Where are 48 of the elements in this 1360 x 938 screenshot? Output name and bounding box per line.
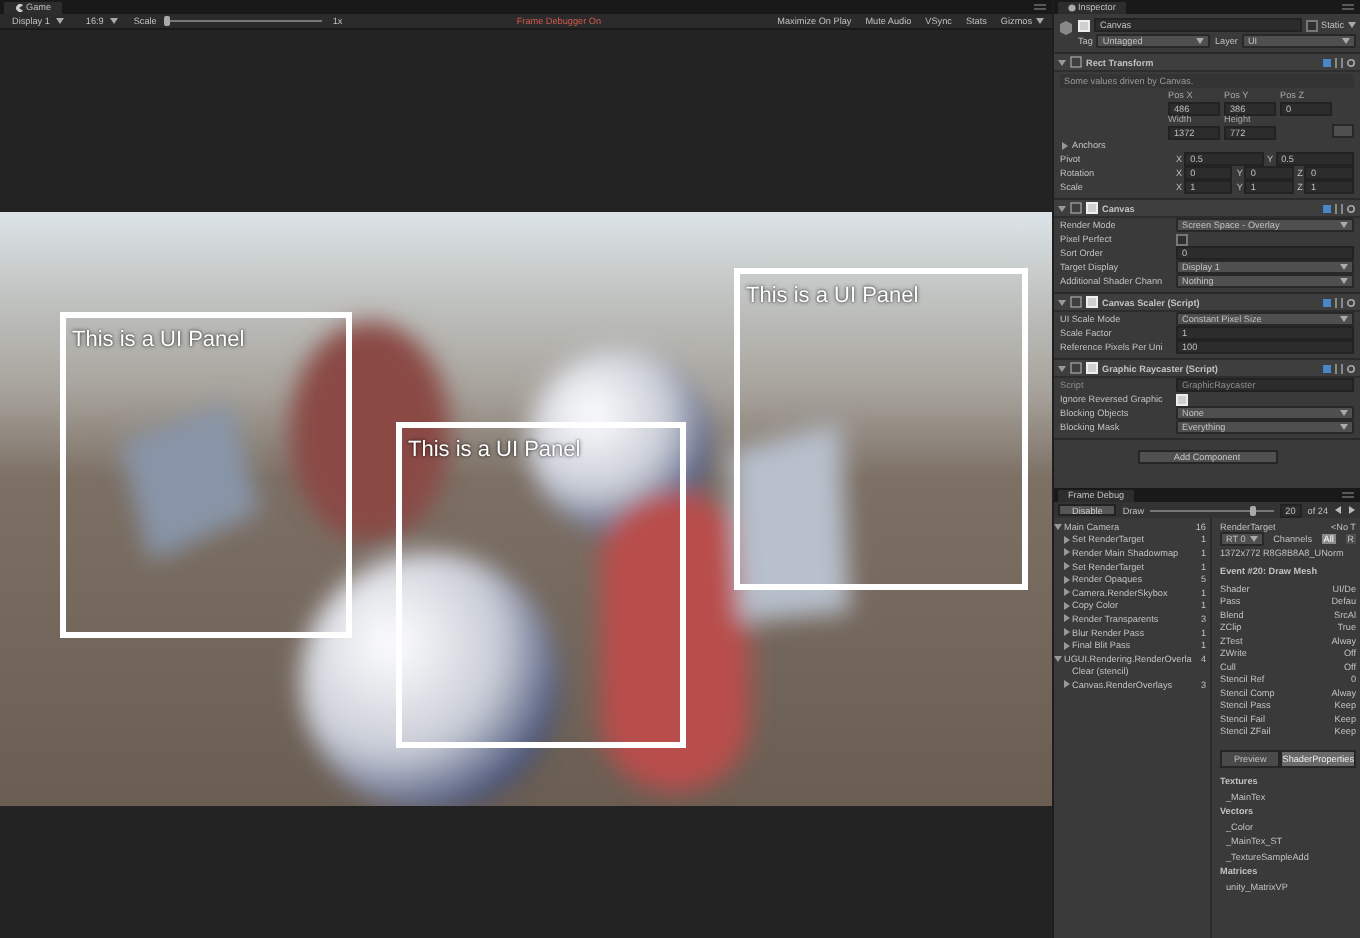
pacman-icon	[14, 4, 24, 12]
sliders-icon	[1334, 297, 1344, 307]
component-icon	[1070, 56, 1082, 68]
raw-edit-button[interactable]	[1332, 124, 1354, 138]
component-icon	[1070, 202, 1082, 214]
caret-icon	[1036, 18, 1044, 24]
component-icon	[1070, 296, 1082, 308]
enabled-checkbox[interactable]	[1086, 296, 1098, 308]
sliders-icon	[1334, 203, 1344, 213]
settings-icon	[1346, 297, 1356, 307]
slider-thumb[interactable]	[164, 16, 171, 26]
menu-icon	[1034, 4, 1046, 10]
menu-icon	[1342, 492, 1354, 498]
sliders-icon	[1334, 363, 1344, 373]
caret-icon	[1196, 38, 1205, 44]
book-icon	[1322, 57, 1332, 67]
menu-icon	[1342, 4, 1354, 10]
previous-icon	[1334, 506, 1342, 514]
active-checkbox[interactable]	[1078, 19, 1090, 31]
caret-icon	[55, 18, 64, 24]
caret-icon	[1348, 22, 1356, 28]
caret-icon	[1342, 38, 1350, 44]
settings-icon	[1346, 203, 1356, 213]
caret-icon	[1249, 536, 1258, 543]
checkbox[interactable]	[1176, 233, 1188, 245]
enabled-checkbox[interactable]	[1086, 362, 1098, 374]
settings-icon	[1346, 57, 1356, 67]
info-icon	[1068, 4, 1076, 12]
panel-label: This is a UI Panel	[72, 327, 245, 351]
caret-icon	[109, 18, 118, 24]
cube-icon	[1058, 20, 1074, 36]
caret-icon	[1340, 316, 1348, 322]
book-icon	[1322, 203, 1332, 213]
book-icon	[1322, 297, 1332, 307]
panel-label: This is a UI Panel	[746, 283, 919, 307]
caret-icon	[1340, 222, 1348, 228]
component-icon	[1070, 362, 1082, 374]
settings-icon	[1346, 363, 1356, 373]
static-checkbox[interactable]	[1305, 19, 1317, 31]
expanded-triangle-icon	[1058, 298, 1066, 306]
expanded-triangle-icon	[1058, 58, 1066, 66]
enabled-checkbox[interactable]	[1086, 202, 1098, 214]
slider-thumb[interactable]	[1250, 505, 1257, 515]
book-icon	[1322, 363, 1332, 373]
expanded-triangle-icon	[1058, 204, 1066, 212]
next-icon	[1348, 506, 1356, 514]
expanded-triangle-icon	[1058, 364, 1066, 372]
sliders-icon	[1334, 57, 1344, 67]
